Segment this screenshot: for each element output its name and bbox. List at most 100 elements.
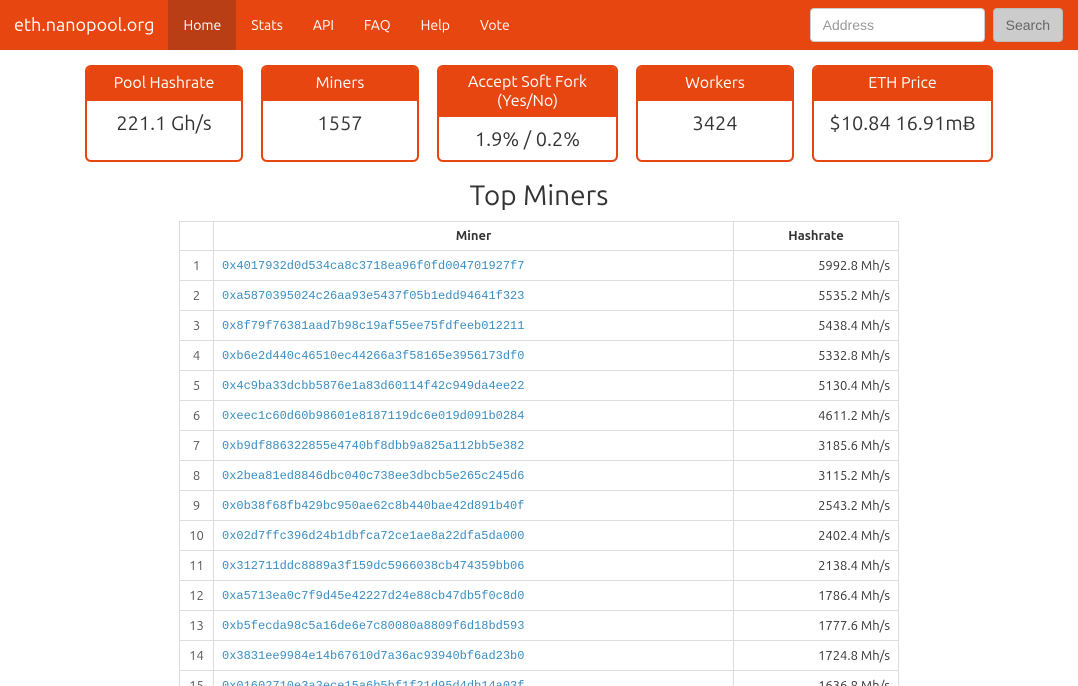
miner-cell: 0x2bea81ed8846dbc040c738ee3dbcb5e265c245… [214,461,734,491]
miner-cell: 0xa5870395024c26aa93e5437f05b1edd94641f3… [214,281,734,311]
hashrate-cell: 5332.8 Mh/s [734,341,899,371]
miner-cell: 0xa5713ea0c7f9d45e42227d24e88cb47db5f0c8… [214,581,734,611]
stat-panel-title: Pool Hashrate [87,67,241,101]
miner-cell: 0xeec1c60d60b98601e8187119dc6e019d091b02… [214,401,734,431]
nav-item-api[interactable]: API [298,0,349,50]
rank-cell: 10 [180,521,214,551]
rank-cell: 9 [180,491,214,521]
rank-cell: 2 [180,281,214,311]
col-hashrate: Hashrate [734,222,899,251]
brand-link[interactable]: eth.nanopool.org [14,0,168,50]
stat-panel-value: 1557 [263,101,417,144]
miner-address-link[interactable]: 0x312711ddc8889a3f159dc5966038cb474359bb… [222,559,524,573]
stat-panel-title: Miners [263,67,417,101]
hashrate-cell: 2543.2 Mh/s [734,491,899,521]
stat-panel: Pool Hashrate221.1 Gh/s [85,65,243,162]
nav-item-help[interactable]: Help [406,0,465,50]
stat-panel-title: Workers [638,67,792,101]
hashrate-cell: 2402.4 Mh/s [734,521,899,551]
rank-cell: 11 [180,551,214,581]
miner-address-link[interactable]: 0x3831ee9984e14b67610d7a36ac93940bf6ad23… [222,649,524,663]
address-input[interactable] [810,8,985,42]
hashrate-cell: 3115.2 Mh/s [734,461,899,491]
nav-item-stats[interactable]: Stats [236,0,298,50]
rank-cell: 1 [180,251,214,281]
rank-cell: 13 [180,611,214,641]
miner-cell: 0xb5fecda98c5a16de6e7c80080a8809f6d18bd5… [214,611,734,641]
table-row: 6 0xeec1c60d60b98601e8187119dc6e019d091b0… [180,401,899,431]
stat-panel-title: Accept Soft Fork (Yes/No) [439,67,616,117]
miner-cell: 0xb9df886322855e4740bf8dbb9a825a112bb5e3… [214,431,734,461]
miner-cell: 0x312711ddc8889a3f159dc5966038cb474359bb… [214,551,734,581]
miner-address-link[interactable]: 0x8f79f76381aad7b98c19af55ee75fdfeeb0122… [222,319,524,333]
miner-address-link[interactable]: 0x4c9ba33dcbb5876e1a83d60114f42c949da4ee… [222,379,524,393]
rank-cell: 14 [180,641,214,671]
table-row: 13 0xb5fecda98c5a16de6e7c80080a8809f6d18b… [180,611,899,641]
miner-address-link[interactable]: 0xb5fecda98c5a16de6e7c80080a8809f6d18bd5… [222,619,524,633]
hashrate-cell: 5130.4 Mh/s [734,371,899,401]
miner-cell: 0x0b38f68fb429bc950ae62c8b440bae42d891b4… [214,491,734,521]
table-row: 3 0x8f79f76381aad7b98c19af55ee75fdfeeb012… [180,311,899,341]
miner-cell: 0x4017932d0d534ca8c3718ea96f0fd004701927… [214,251,734,281]
nav-item-home[interactable]: Home [168,0,236,50]
table-row: 8 0x2bea81ed8846dbc040c738ee3dbcb5e265c24… [180,461,899,491]
stat-panel-value: 1.9% / 0.2% [439,117,616,160]
rank-cell: 5 [180,371,214,401]
rank-cell: 3 [180,311,214,341]
miner-cell: 0x02d7ffc396d24b1dbfca72ce1ae8a22dfa5da0… [214,521,734,551]
miner-cell: 0xb6e2d440c46510ec44266a3f58165e3956173d… [214,341,734,371]
miner-address-link[interactable]: 0x2bea81ed8846dbc040c738ee3dbcb5e265c245… [222,469,524,483]
search-form: Search [810,8,1078,42]
hashrate-cell: 5992.8 Mh/s [734,251,899,281]
search-button[interactable]: Search [993,8,1063,42]
table-row: 7 0xb9df886322855e4740bf8dbb9a825a112bb5e… [180,431,899,461]
miner-cell: 0x8f79f76381aad7b98c19af55ee75fdfeeb0122… [214,311,734,341]
stat-panel-value: 3424 [638,101,792,144]
miner-address-link[interactable]: 0xb6e2d440c46510ec44266a3f58165e3956173d… [222,349,524,363]
top-miners-table-wrap: Miner Hashrate 1 0x4017932d0d534ca8c3718e… [179,221,899,686]
miner-address-link[interactable]: 0xb9df886322855e4740bf8dbb9a825a112bb5e3… [222,439,524,453]
miner-address-link[interactable]: 0xeec1c60d60b98601e8187119dc6e019d091b02… [222,409,524,423]
rank-cell: 8 [180,461,214,491]
table-row: 4 0xb6e2d440c46510ec44266a3f58165e3956173… [180,341,899,371]
table-row: 9 0x0b38f68fb429bc950ae62c8b440bae42d891b… [180,491,899,521]
hashrate-cell: 4611.2 Mh/s [734,401,899,431]
hashrate-cell: 1786.4 Mh/s [734,581,899,611]
table-row: 14 0x3831ee9984e14b67610d7a36ac93940bf6ad… [180,641,899,671]
miner-address-link[interactable]: 0x02d7ffc396d24b1dbfca72ce1ae8a22dfa5da0… [222,529,524,543]
table-row: 1 0x4017932d0d534ca8c3718ea96f0fd00470192… [180,251,899,281]
nav-item-vote[interactable]: Vote [465,0,525,50]
hashrate-cell: 1777.6 Mh/s [734,611,899,641]
miner-address-link[interactable]: 0x01602710e3a3ece15a6b5bf1f21d95d4db14a0… [222,679,524,686]
stat-panel: Miners1557 [261,65,419,162]
col-rank [180,222,214,251]
stat-panel: Accept Soft Fork (Yes/No)1.9% / 0.2% [437,65,618,162]
miner-address-link[interactable]: 0xa5870395024c26aa93e5437f05b1edd94641f3… [222,289,524,303]
miner-cell: 0x3831ee9984e14b67610d7a36ac93940bf6ad23… [214,641,734,671]
hashrate-cell: 2138.4 Mh/s [734,551,899,581]
hashrate-cell: 3185.6 Mh/s [734,431,899,461]
rank-cell: 6 [180,401,214,431]
miner-cell: 0x4c9ba33dcbb5876e1a83d60114f42c949da4ee… [214,371,734,401]
hashrate-cell: 1724.8 Mh/s [734,641,899,671]
table-row: 10 0x02d7ffc396d24b1dbfca72ce1ae8a22dfa5d… [180,521,899,551]
stat-panel-value: $10.84 16.91mɃ [814,101,991,144]
miner-address-link[interactable]: 0xa5713ea0c7f9d45e42227d24e88cb47db5f0c8… [222,589,524,603]
hashrate-cell: 5438.4 Mh/s [734,311,899,341]
rank-cell: 12 [180,581,214,611]
col-miner: Miner [214,222,734,251]
hashrate-cell: 5535.2 Mh/s [734,281,899,311]
stat-panel-value: 221.1 Gh/s [87,101,241,144]
table-row: 5 0x4c9ba33dcbb5876e1a83d60114f42c949da4e… [180,371,899,401]
nav-item-faq[interactable]: FAQ [349,0,406,50]
miner-address-link[interactable]: 0x4017932d0d534ca8c3718ea96f0fd004701927… [222,259,524,273]
rank-cell: 4 [180,341,214,371]
table-row: 2 0xa5870395024c26aa93e5437f05b1edd94641f… [180,281,899,311]
miner-address-link[interactable]: 0x0b38f68fb429bc950ae62c8b440bae42d891b4… [222,499,524,513]
navbar: eth.nanopool.org HomeStatsAPIFAQHelpVote… [0,0,1078,50]
top-miners-table: Miner Hashrate 1 0x4017932d0d534ca8c3718e… [179,221,899,686]
stat-panel: Workers3424 [636,65,794,162]
table-row: 12 0xa5713ea0c7f9d45e42227d24e88cb47db5f0… [180,581,899,611]
rank-cell: 7 [180,431,214,461]
stats-panels: Pool Hashrate221.1 Gh/sMiners1557Accept … [0,50,1078,172]
